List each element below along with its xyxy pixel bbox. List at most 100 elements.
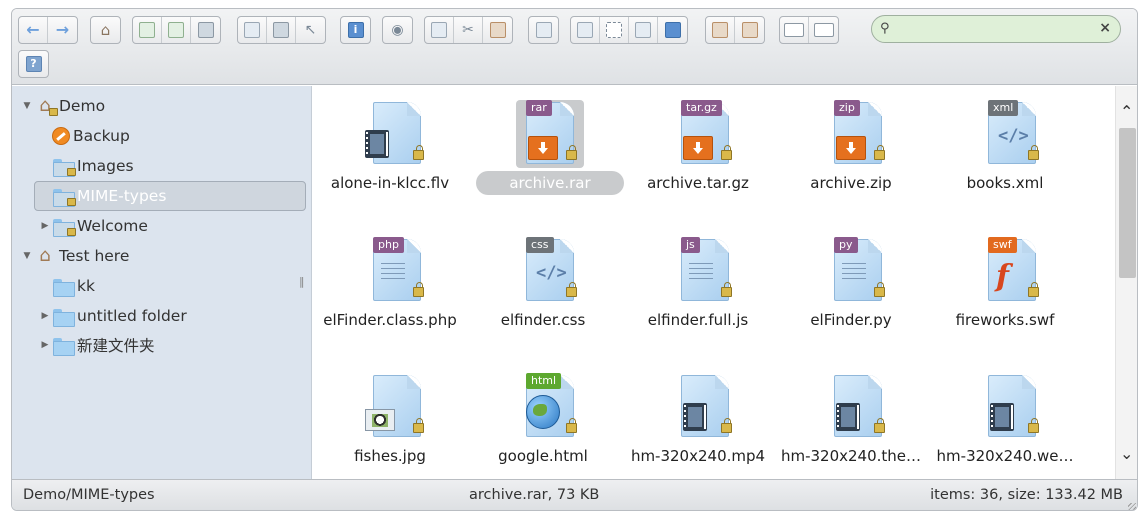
file-item[interactable]: alone-in-klcc.flv — [315, 94, 465, 214]
back-button[interactable]: ← — [19, 17, 48, 43]
forward-button[interactable]: → — [48, 17, 77, 43]
folder-stats: items: 36, size: 133.42 MB — [930, 487, 1123, 503]
file-item[interactable]: fishes.jpg — [315, 367, 465, 479]
file-item[interactable]: tar.gz archive.tar.gz — [623, 94, 773, 214]
expanded-arrow-icon[interactable]: ▼ — [20, 101, 34, 111]
tree-item-label: MIME-types — [77, 187, 167, 205]
preview-button[interactable]: ◉ — [383, 17, 412, 43]
info-button[interactable]: i — [341, 17, 370, 43]
tree-item-mime-types[interactable]: MIME-types — [38, 182, 166, 210]
view-icons-button[interactable] — [780, 17, 809, 43]
archive-icon — [683, 136, 713, 160]
open-button[interactable] — [238, 17, 267, 43]
file-item[interactable]: js elfinder.full.js — [623, 231, 773, 351]
tree-item-test-here[interactable]: ▼ ⌂ Test here — [20, 242, 130, 270]
help-button[interactable]: ? — [19, 51, 48, 77]
home-group: ⌂ — [90, 16, 121, 44]
file-name: elfinder.css — [500, 311, 586, 329]
resize-grip-icon[interactable] — [1128, 503, 1136, 510]
file-name: archive.rar — [476, 171, 624, 195]
chevron-up-icon[interactable]: ⌃ — [1120, 102, 1133, 121]
collapsed-arrow-icon[interactable]: ▶ — [38, 311, 52, 321]
collapsed-arrow-icon[interactable]: ▶ — [38, 221, 52, 231]
cut-button[interactable]: ✂ — [454, 17, 483, 43]
lock-icon — [874, 418, 885, 433]
file-thumb: py — [824, 237, 892, 305]
file-type-badge: swf — [988, 237, 1017, 253]
lock-icon — [874, 145, 885, 160]
folder-icon — [52, 307, 75, 327]
clear-search-icon[interactable]: × — [1099, 20, 1111, 36]
tree-item-label: Demo — [59, 97, 106, 115]
scrollbar-thumb[interactable] — [1119, 128, 1136, 278]
file-item[interactable]: hm-320x240.mp4 — [623, 367, 773, 479]
file-name: alone-in-klcc.flv — [330, 174, 450, 192]
rename-button[interactable] — [600, 17, 629, 43]
resize-button[interactable] — [658, 17, 687, 43]
view-list-button[interactable] — [809, 17, 838, 43]
tree-item-welcome[interactable]: ▶ Welcome — [38, 212, 148, 240]
file-thumb: html — [516, 373, 584, 441]
file-item[interactable]: swf f fireworks.swf — [930, 231, 1080, 351]
file-grid: alone-in-klcc.flv rar archive.rar tar.gz… — [313, 86, 1114, 479]
status-bar: Demo/MIME-types archive.rar, 73 KB items… — [12, 479, 1137, 510]
tree-item-label: Welcome — [77, 217, 148, 235]
edit-button[interactable] — [629, 17, 658, 43]
video-icon — [365, 130, 389, 158]
copy-button[interactable] — [425, 17, 454, 43]
file-name: elFinder.class.php — [323, 311, 457, 329]
file-thumb: js — [671, 237, 739, 305]
file-item[interactable]: css </> elfinder.css — [468, 231, 618, 351]
new-folder-button[interactable] — [133, 17, 162, 43]
tree-item-new-folder-cn[interactable]: ▶ 新建文件夹 — [38, 331, 155, 359]
help-group: ? — [18, 50, 49, 78]
text-lines-icon — [381, 263, 405, 283]
lock-icon — [413, 145, 424, 160]
file-item-selected[interactable]: rar archive.rar — [468, 94, 624, 214]
file-item[interactable]: xml </> books.xml — [930, 94, 1080, 214]
file-name: elFinder.py — [810, 311, 892, 329]
file-item[interactable]: zip archive.zip — [776, 94, 926, 214]
collapsed-arrow-icon[interactable]: ▶ — [38, 340, 52, 350]
download-button[interactable] — [267, 17, 296, 43]
file-type-badge: xml — [988, 100, 1019, 116]
folder-icon — [52, 277, 75, 297]
file-name: fireworks.swf — [955, 311, 1055, 329]
paste-button[interactable] — [483, 17, 512, 43]
extract-button[interactable] — [706, 17, 735, 43]
archive-button[interactable] — [735, 17, 764, 43]
upload-button[interactable] — [191, 17, 220, 43]
file-item[interactable]: html google.html — [468, 367, 618, 479]
archive-icon — [741, 22, 758, 38]
vertical-scrollbar[interactable]: ⌃ ⌄ — [1115, 86, 1137, 479]
file-item[interactable]: hm-320x240.the… — [776, 367, 926, 479]
eye-icon: ◉ — [391, 22, 404, 38]
text-lines-icon — [689, 263, 713, 283]
file-item[interactable]: php elFinder.class.php — [315, 231, 465, 351]
edit-group — [570, 16, 688, 44]
image-icon — [365, 409, 395, 431]
expanded-arrow-icon[interactable]: ▼ — [20, 251, 34, 261]
tree-item-demo[interactable]: ▼ ⌂ Demo — [20, 92, 105, 120]
select-button[interactable]: ↖ — [296, 17, 325, 43]
extract-icon — [712, 22, 728, 38]
file-item[interactable]: hm-320x240.we… — [930, 367, 1080, 479]
chevron-down-icon[interactable]: ⌄ — [1120, 444, 1133, 463]
file-item[interactable]: py elFinder.py — [776, 231, 926, 351]
tree-item-kk[interactable]: kk — [38, 272, 95, 300]
file-type-badge: zip — [834, 100, 860, 116]
file-thumb: css </> — [516, 237, 584, 305]
lock-icon — [566, 418, 577, 433]
home-button[interactable]: ⌂ — [91, 17, 120, 43]
tree-item-untitled-folder[interactable]: ▶ untitled folder — [38, 302, 187, 330]
video-icon — [836, 403, 860, 431]
delete-button[interactable] — [529, 17, 558, 43]
tree-item-backup[interactable]: Backup — [38, 122, 130, 150]
tree-item-images[interactable]: Images — [38, 152, 134, 180]
new-file-button[interactable] — [162, 17, 191, 43]
file-type-badge: css — [526, 237, 554, 253]
duplicate-button[interactable] — [571, 17, 600, 43]
search-input[interactable] — [896, 20, 1091, 38]
paste-icon — [489, 22, 506, 38]
sidebar-resize-handle[interactable]: ‖ — [299, 275, 305, 288]
